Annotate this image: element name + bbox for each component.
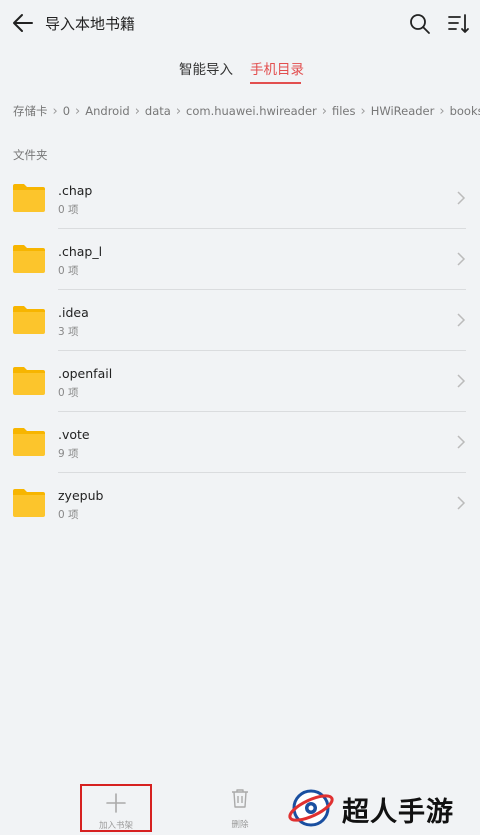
- folder-icon: [13, 184, 45, 212]
- watermark-logo-icon: [288, 789, 334, 827]
- folder-row[interactable]: .vote 9 项: [0, 412, 480, 473]
- folder-row[interactable]: zyepub 0 项: [0, 473, 480, 534]
- section-label-folders: 文件夹: [13, 148, 48, 162]
- folder-item-count: 0 项: [58, 509, 79, 521]
- tab-smart-import[interactable]: 智能导入: [179, 60, 233, 80]
- breadcrumb-item[interactable]: HWiReader: [371, 104, 435, 118]
- chevron-right-icon: ›: [439, 103, 445, 119]
- watermark: 超人手游网: [282, 779, 480, 835]
- folder-icon: [13, 245, 45, 273]
- folder-icon: [13, 489, 45, 517]
- breadcrumb-item[interactable]: com.huawei.hwireader: [186, 104, 317, 118]
- folder-name: zyepub: [58, 488, 104, 503]
- delete-button[interactable]: 删除: [220, 788, 260, 832]
- folder-row[interactable]: .idea 3 项: [0, 290, 480, 351]
- breadcrumb-item[interactable]: Android: [85, 104, 129, 118]
- chevron-right-icon: [457, 435, 466, 449]
- chevron-right-icon: ›: [360, 103, 366, 119]
- chevron-right-icon: [457, 191, 466, 205]
- folder-item-count: 3 项: [58, 326, 79, 338]
- active-tab-indicator: [250, 82, 301, 84]
- breadcrumb-item[interactable]: 0: [63, 104, 70, 118]
- chevron-right-icon: [457, 374, 466, 388]
- chevron-right-icon: [457, 496, 466, 510]
- tab-bar: 智能导入 手机目录: [0, 58, 480, 88]
- folder-name: .chap_l: [58, 244, 103, 259]
- add-to-bookshelf-label: 加入书架: [98, 821, 133, 831]
- folder-list: .chap 0 项 .chap_l 0 项 .idea 3 项 .openfai…: [0, 168, 480, 534]
- folder-name: .chap: [58, 183, 93, 198]
- folder-icon: [13, 306, 45, 334]
- add-to-bookshelf-button[interactable]: 加入书架: [80, 784, 152, 832]
- folder-item-count: 0 项: [58, 265, 79, 277]
- breadcrumb-item[interactable]: books: [450, 104, 480, 118]
- plus-icon: [106, 793, 126, 813]
- breadcrumb-item[interactable]: files: [332, 104, 356, 118]
- delete-label: 删除: [231, 820, 249, 830]
- folder-name: .idea: [58, 305, 89, 320]
- tab-phone-directory[interactable]: 手机目录: [250, 60, 304, 80]
- chevron-right-icon: [457, 252, 466, 266]
- folder-row[interactable]: .openfail 0 项: [0, 351, 480, 412]
- chevron-right-icon: [457, 313, 466, 327]
- folder-row[interactable]: .chap 0 项: [0, 168, 480, 229]
- chevron-right-icon: ›: [321, 103, 327, 119]
- folder-row[interactable]: .chap_l 0 项: [0, 229, 480, 290]
- chevron-right-icon: ›: [75, 103, 81, 119]
- chevron-right-icon: ›: [52, 103, 58, 119]
- search-icon[interactable]: [408, 12, 432, 36]
- breadcrumb: 存储卡 › 0 › Android › data › com.huawei.hw…: [13, 101, 480, 121]
- back-arrow-icon[interactable]: [10, 10, 36, 36]
- sort-icon[interactable]: [446, 12, 470, 36]
- folder-icon: [13, 367, 45, 395]
- folder-name: .vote: [58, 427, 90, 442]
- folder-item-count: 0 项: [58, 204, 79, 216]
- folder-name: .openfail: [58, 366, 113, 381]
- watermark-text: 超人手游网: [342, 797, 454, 828]
- breadcrumb-item[interactable]: data: [145, 104, 171, 118]
- chevron-right-icon: ›: [134, 103, 140, 119]
- folder-item-count: 0 项: [58, 387, 79, 399]
- chevron-right-icon: ›: [175, 103, 182, 119]
- folder-item-count: 9 项: [58, 448, 79, 460]
- folder-icon: [13, 428, 45, 456]
- top-bar: 导入本地书籍: [0, 0, 480, 48]
- page-title: 导入本地书籍: [45, 15, 136, 33]
- breadcrumb-item[interactable]: 存储卡: [13, 103, 48, 119]
- trash-icon: [232, 789, 248, 808]
